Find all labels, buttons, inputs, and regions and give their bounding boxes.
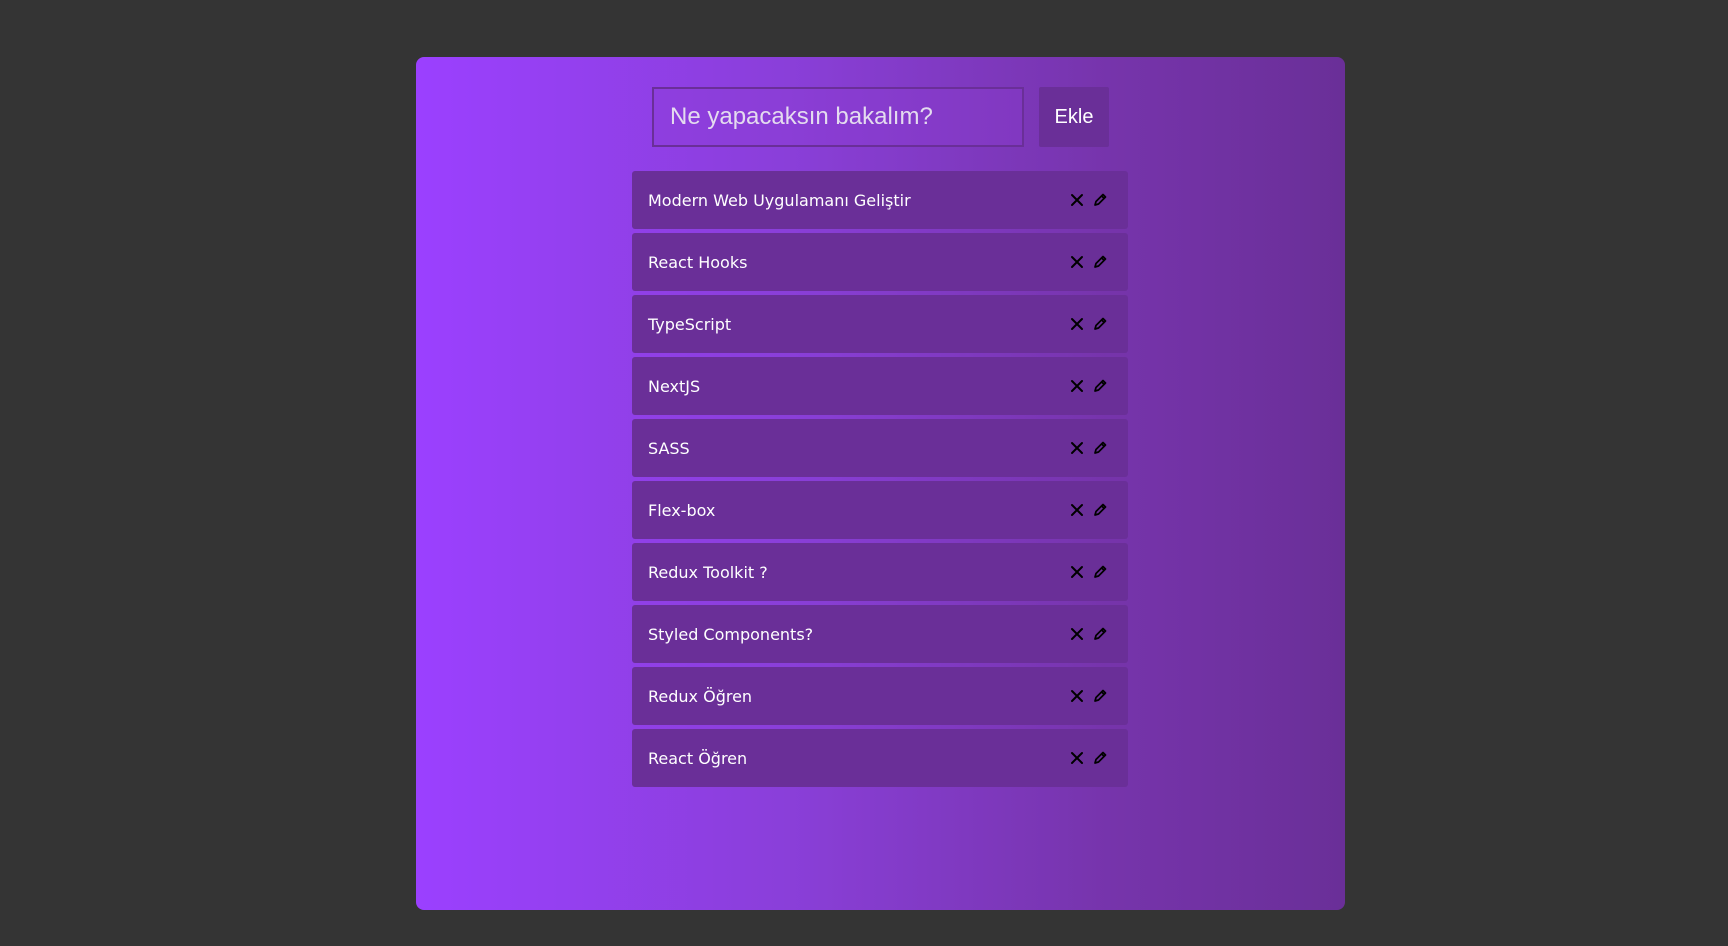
close-icon[interactable] — [1067, 500, 1087, 520]
close-icon[interactable] — [1067, 438, 1087, 458]
todo-input[interactable] — [652, 87, 1024, 147]
pencil-icon[interactable] — [1090, 686, 1110, 706]
close-icon[interactable] — [1067, 562, 1087, 582]
close-icon[interactable] — [1067, 314, 1087, 334]
close-icon[interactable] — [1067, 376, 1087, 396]
todo-item: Redux Öğren — [632, 667, 1128, 725]
todo-text: React Hooks — [648, 252, 748, 272]
todo-item: TypeScript — [632, 295, 1128, 353]
todo-text: React Öğren — [648, 748, 748, 768]
todo-list: Modern Web Uygulamanı Geliştir React Hoo… — [632, 171, 1128, 791]
todo-panel: Ekle Modern Web Uygulamanı Geliştir Reac… — [416, 57, 1345, 910]
todo-text: Redux Toolkit ? — [648, 562, 768, 582]
todo-form: Ekle — [652, 87, 1109, 147]
pencil-icon[interactable] — [1090, 562, 1110, 582]
todo-actions — [1067, 500, 1110, 520]
todo-actions — [1067, 252, 1110, 272]
close-icon[interactable] — [1067, 748, 1087, 768]
todo-text: NextJS — [648, 376, 701, 396]
todo-text: Styled Components? — [648, 624, 814, 644]
pencil-icon[interactable] — [1090, 500, 1110, 520]
todo-item: SASS — [632, 419, 1128, 477]
close-icon[interactable] — [1067, 686, 1087, 706]
pencil-icon[interactable] — [1090, 438, 1110, 458]
todo-actions — [1067, 376, 1110, 396]
todo-actions — [1067, 748, 1110, 768]
todo-actions — [1067, 438, 1110, 458]
todo-actions — [1067, 624, 1110, 644]
add-button[interactable]: Ekle — [1039, 87, 1109, 147]
todo-item: React Hooks — [632, 233, 1128, 291]
pencil-icon[interactable] — [1090, 252, 1110, 272]
close-icon[interactable] — [1067, 190, 1087, 210]
todo-item: React Öğren — [632, 729, 1128, 787]
todo-item: Styled Components? — [632, 605, 1128, 663]
pencil-icon[interactable] — [1090, 314, 1110, 334]
todo-text: Flex-box — [648, 500, 716, 520]
todo-text: TypeScript — [648, 314, 732, 334]
close-icon[interactable] — [1067, 624, 1087, 644]
todo-item: Modern Web Uygulamanı Geliştir — [632, 171, 1128, 229]
close-icon[interactable] — [1067, 252, 1087, 272]
pencil-icon[interactable] — [1090, 190, 1110, 210]
todo-actions — [1067, 314, 1110, 334]
todo-item: NextJS — [632, 357, 1128, 415]
pencil-icon[interactable] — [1090, 624, 1110, 644]
pencil-icon[interactable] — [1090, 748, 1110, 768]
todo-text: Modern Web Uygulamanı Geliştir — [648, 190, 911, 210]
todo-item: Redux Toolkit ? — [632, 543, 1128, 601]
todo-text: Redux Öğren — [648, 686, 753, 706]
todo-text: SASS — [648, 438, 690, 458]
todo-actions — [1067, 562, 1110, 582]
todo-item: Flex-box — [632, 481, 1128, 539]
todo-actions — [1067, 686, 1110, 706]
pencil-icon[interactable] — [1090, 376, 1110, 396]
todo-actions — [1067, 190, 1110, 210]
